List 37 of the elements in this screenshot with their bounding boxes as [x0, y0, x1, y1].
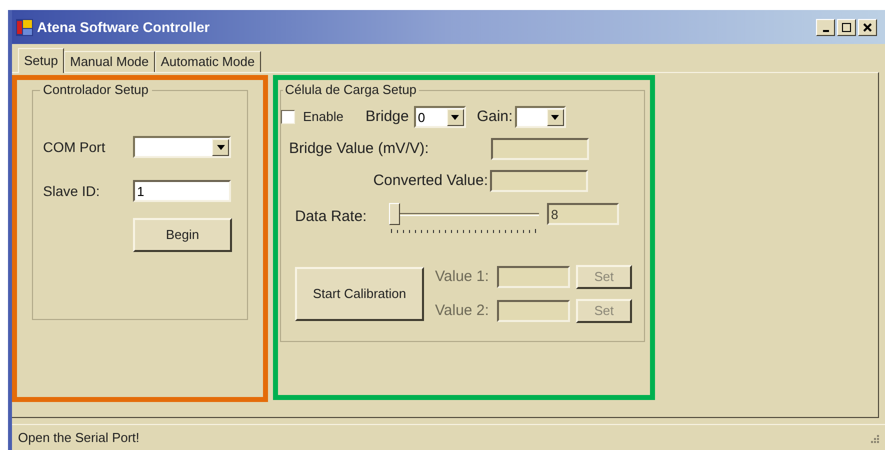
data-rate-field[interactable]: 8: [547, 203, 619, 225]
slider[interactable]: [389, 203, 539, 235]
com-port-dropdown[interactable]: [133, 136, 231, 158]
slave-id-field[interactable]: 1: [133, 180, 231, 202]
push-button[interactable]: Start Calibration: [295, 267, 424, 321]
tab[interactable]: Manual Mode: [64, 51, 155, 72]
field-label: Bridge: [365, 106, 409, 127]
field-label: Value 1:: [435, 266, 490, 287]
window-title: Atena Software Controller: [37, 18, 210, 36]
slider-thumb[interactable]: [389, 203, 400, 225]
field-label: Value 2:: [435, 300, 490, 321]
field-label: Slave ID:: [43, 182, 101, 200]
field-label: Converted Value:: [372, 170, 488, 191]
checkbox[interactable]: [281, 110, 295, 124]
bridge-dropdown[interactable]: 0: [414, 106, 466, 128]
tab[interactable]: Automatic Mode: [154, 51, 261, 72]
push-button[interactable]: Begin: [133, 218, 232, 252]
group-title: Célula de Carga Setup: [283, 82, 419, 98]
gain-dropdown[interactable]: [514, 106, 566, 128]
maximize-icon: [842, 22, 851, 32]
resize-grip-icon[interactable]: [869, 432, 879, 442]
maximize-button[interactable]: [837, 18, 856, 36]
group-title: Controlador Setup: [40, 82, 152, 98]
close-button[interactable]: [858, 18, 877, 36]
minimize-icon: [822, 30, 828, 32]
converted-value-field[interactable]: [490, 170, 588, 192]
status-text: Open the Serial Port!: [18, 428, 140, 447]
bridge-value-field[interactable]: [491, 138, 589, 160]
field-label: COM Port: [43, 138, 106, 156]
tab[interactable]: Setup: [18, 48, 64, 73]
minimize-button[interactable]: [816, 18, 835, 36]
field-label: Bridge Value (mV/V):: [289, 138, 430, 159]
checkbox-label: Enable: [303, 108, 344, 126]
app-icon: [16, 18, 33, 36]
field-label: Data Rate:: [295, 207, 368, 227]
close-icon: [863, 22, 872, 32]
field-label: Gain:: [476, 106, 513, 127]
